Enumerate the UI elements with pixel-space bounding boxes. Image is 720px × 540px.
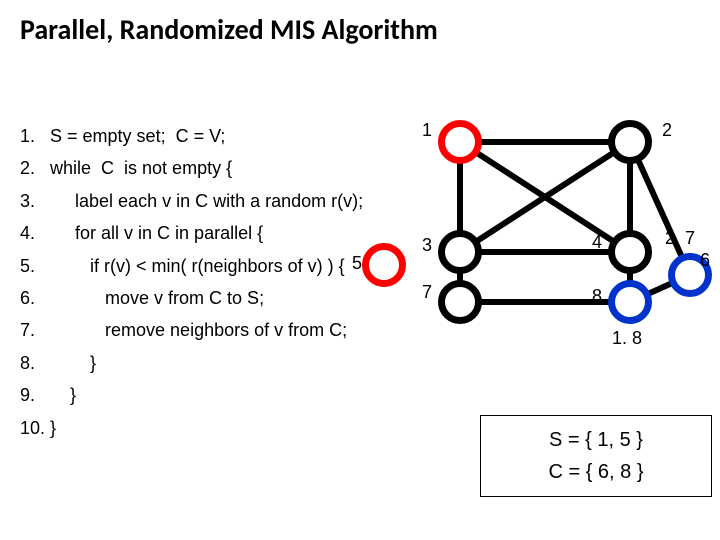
algo-line-6: 6. move v from C to S; xyxy=(20,282,363,314)
algo-line-3: 3. label each v in C with a random r(v); xyxy=(20,185,363,217)
algo-line-8: 8. } xyxy=(20,347,363,379)
set-s: S = { 1, 5 } xyxy=(491,424,701,456)
node-1 xyxy=(438,120,482,164)
node-8 xyxy=(608,280,652,324)
sets-box: S = { 1, 5 } C = { 6, 8 } xyxy=(480,415,712,497)
node-1-8-annot: 1. 8 xyxy=(612,328,642,349)
set-c: C = { 6, 8 } xyxy=(491,456,701,488)
node-3 xyxy=(438,230,482,274)
node-1-label: 1 xyxy=(422,120,432,141)
algo-line-5: 5. if r(v) < min( r(neighbors of v) ) { xyxy=(20,250,363,282)
inline-five-label: 5 xyxy=(352,253,362,274)
algorithm-listing: 1. S = empty set; C = V; 2. while C is n… xyxy=(20,120,363,444)
algo-line-1: 1. S = empty set; C = V; xyxy=(20,120,363,152)
node-7-label: 7 xyxy=(422,282,432,303)
node-7 xyxy=(438,280,482,324)
graph: 1 2 3 4 7 8 2. 7 6 1. 8 xyxy=(400,110,720,410)
node-2-7-annot: 2. 7 xyxy=(665,228,695,249)
algo-line-2: 2. while C is not empty { xyxy=(20,152,363,184)
node-8-label: 8 xyxy=(592,286,602,307)
algo-line-4: 4. for all v in C in parallel { xyxy=(20,217,363,249)
node-2 xyxy=(608,120,652,164)
node-3-label: 3 xyxy=(422,235,432,256)
slide-title: Parallel, Randomized MIS Algorithm xyxy=(20,12,438,47)
node-4-label: 4 xyxy=(592,232,602,253)
node-6-annot: 6 xyxy=(700,250,710,271)
node-4 xyxy=(608,230,652,274)
slide: Parallel, Randomized MIS Algorithm 1. S … xyxy=(0,0,720,540)
node-2-label: 2 xyxy=(662,120,672,141)
algo-line-9: 9. } xyxy=(20,379,363,411)
algo-line-7: 7. remove neighbors of v from C; xyxy=(20,314,363,346)
algo-line-10: 10. } xyxy=(20,412,363,444)
node-5 xyxy=(362,243,406,287)
